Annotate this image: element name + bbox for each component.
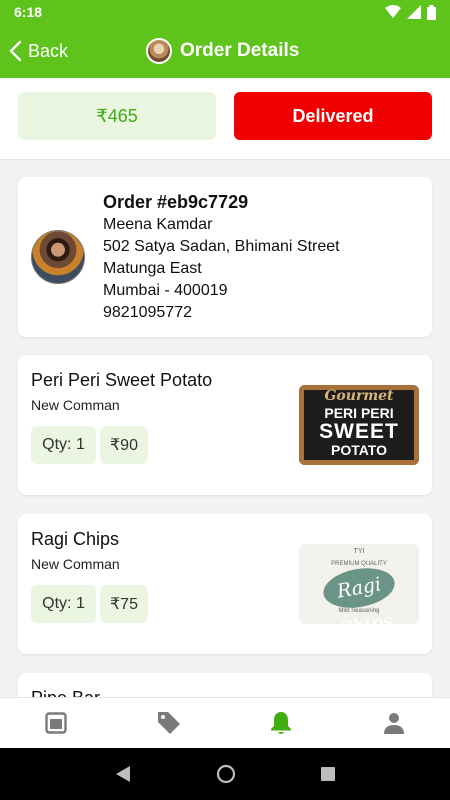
orders-icon <box>45 712 67 734</box>
address-city: Mumbai - 400019 <box>103 282 228 299</box>
product-image-line: POTATO <box>331 442 387 458</box>
order-info: Order #eb9c7729 Meena Kamdar 502 Satya S… <box>103 191 340 324</box>
customer-phone[interactable]: 9821095772 <box>103 302 340 324</box>
product-image-tag: PREMIUM QUALITY <box>331 561 387 567</box>
product-image-brand: Gourmet <box>324 388 394 404</box>
back-button[interactable]: Back <box>8 40 68 62</box>
product-image: TYI PREMIUM QUALITY Ragi Chips Mild Seas… <box>299 544 419 624</box>
wifi-icon <box>385 5 401 18</box>
nav-orders[interactable] <box>0 698 113 748</box>
back-triangle-icon[interactable] <box>114 765 132 783</box>
item-name: Peri Peri Sweet Potato <box>31 370 213 390</box>
nav-profile[interactable] <box>338 698 450 748</box>
product-image-line: PERI PERI <box>324 405 394 421</box>
signal-icon <box>407 5 421 19</box>
order-summary: ₹465 Delivered <box>0 78 450 160</box>
back-label: Back <box>28 40 69 61</box>
item-price: ₹75 <box>100 585 148 623</box>
page-title: Order Details <box>180 40 300 61</box>
order-item-card[interactable]: Peri Peri Sweet Potato New Comman Qty: 1… <box>18 355 432 495</box>
item-brand: New Comman <box>31 397 120 413</box>
item-price: ₹90 <box>100 426 148 464</box>
item-name: Ragi Chips <box>31 529 120 549</box>
order-number: Order #eb9c7729 <box>103 192 249 212</box>
address-line-2: Matunga East <box>103 260 202 277</box>
profile-icon <box>383 713 404 734</box>
nav-notifications[interactable] <box>225 698 338 748</box>
address-line-1: 502 Satya Sadan, Bhimani Street <box>103 238 340 255</box>
customer-name: Meena Kamdar <box>103 216 213 233</box>
delivery-status-button[interactable]: Delivered <box>234 92 432 140</box>
product-image-line: SWEET <box>319 420 399 443</box>
item-quantity: Qty: 1 <box>31 585 96 623</box>
avatar <box>146 38 172 64</box>
status-time: 6:18 <box>14 4 43 20</box>
customer-avatar <box>31 230 85 284</box>
recents-square-icon[interactable] <box>320 766 336 782</box>
status-icons <box>385 4 436 20</box>
customer-card: Order #eb9c7729 Meena Kamdar 502 Satya S… <box>18 177 432 337</box>
nav-offers[interactable] <box>113 698 226 748</box>
bell-icon <box>271 712 292 734</box>
battery-icon <box>427 4 436 20</box>
product-image: Gourmet PERI PERI SWEET POTATO <box>299 385 419 465</box>
chevron-left-icon <box>9 40 22 62</box>
status-bar: 6:18 <box>0 0 450 24</box>
product-image-brand: TYI <box>353 548 365 555</box>
bottom-nav <box>0 697 450 748</box>
home-circle-icon[interactable] <box>216 764 236 784</box>
app-bar: Back Order Details <box>0 24 450 78</box>
item-brand: New Comman <box>31 556 120 572</box>
title-group: Order Details <box>146 38 299 64</box>
product-image-name: Ragi Chips <box>320 563 398 624</box>
item-quantity: Qty: 1 <box>31 426 96 464</box>
order-total: ₹465 <box>18 92 216 140</box>
tag-icon <box>157 712 180 734</box>
order-item-card[interactable]: Ragi Chips New Comman Qty: 1 ₹75 TYI PRE… <box>18 514 432 654</box>
system-nav-bar <box>0 748 450 800</box>
